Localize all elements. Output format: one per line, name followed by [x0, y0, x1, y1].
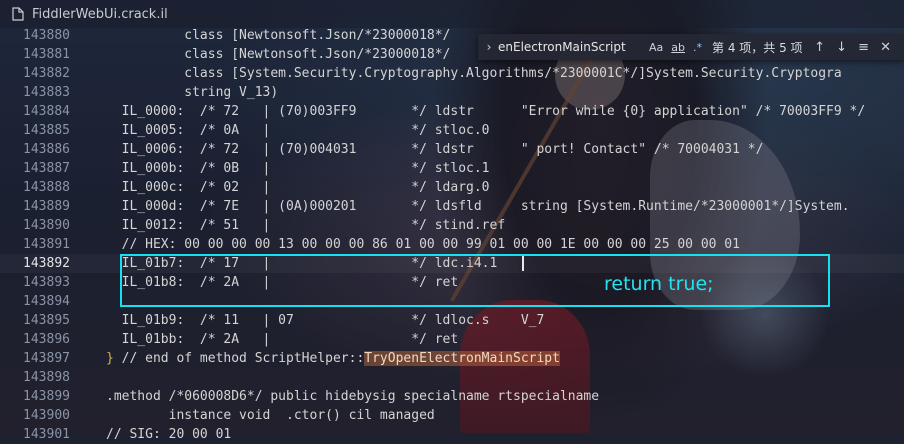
line-number: 143892	[23, 256, 70, 271]
line-number: 143896	[23, 332, 70, 347]
code-line[interactable]: 143885 IL_0005: /* 0A | */ stloc.0	[0, 121, 904, 140]
code-text: class [System.Security.Cryptography.Algo…	[106, 66, 842, 81]
line-number: 143895	[23, 313, 70, 328]
annotation-box	[120, 254, 830, 307]
code-text: IL_01b9: /* 11 | 07 */ ldloc.s V_7	[106, 313, 545, 328]
code-line[interactable]: 143884 IL_0000: /* 72 | (70)003FF9 */ ld…	[0, 102, 904, 121]
code-line[interactable]: 143887 IL_000b: /* 0B | */ stloc.1	[0, 159, 904, 178]
code-text: class [Newtonsoft.Json/*23000018*/	[106, 28, 451, 43]
code-line[interactable]: 143886 IL_0006: /* 72 | (70)004031 */ ld…	[0, 140, 904, 159]
find-input[interactable]	[496, 37, 645, 57]
code-line[interactable]: 143897} // end of method ScriptHelper::T…	[0, 349, 904, 368]
line-number: 143884	[23, 104, 70, 119]
line-number: 143891	[23, 237, 70, 252]
code-line[interactable]: 143883 string V_13)	[0, 83, 904, 102]
find-in-selection-icon[interactable]: ≡	[853, 40, 875, 55]
line-number: 143881	[23, 47, 70, 62]
close-icon[interactable]: ✕	[875, 40, 897, 55]
search-match-highlight: TryOpenElectronMainScript	[364, 351, 560, 366]
editor-tab[interactable]: FiddlerWebUi.crack.il	[0, 0, 182, 28]
code-text: IL_0006: /* 72 | (70)004031 */ ldstr " p…	[106, 142, 764, 157]
line-number: 143893	[23, 275, 70, 290]
line-number: 143883	[23, 85, 70, 100]
code-text: string V_13)	[106, 85, 279, 100]
find-widget: › Aa ab .* 第 4 项，共 5 项 ↑ ↓ ≡ ✕	[478, 34, 904, 60]
code-line[interactable]: 143896 IL_01bb: /* 2A | */ ret	[0, 330, 904, 349]
tab-bar: FiddlerWebUi.crack.il	[0, 0, 904, 28]
line-number: 143899	[23, 389, 70, 404]
line-number: 143888	[23, 180, 70, 195]
line-number: 143885	[23, 123, 70, 138]
comment-text: // end of method ScriptHelper::	[113, 351, 365, 366]
code-line[interactable]: 143891 // HEX: 00 00 00 00 13 00 00 00 8…	[0, 235, 904, 254]
code-line[interactable]: 143901 // SIG: 20 00 01	[0, 425, 904, 444]
code-line[interactable]: 143895 IL_01b9: /* 11 | 07 */ ldloc.s V_…	[0, 311, 904, 330]
line-number: 143880	[23, 28, 70, 43]
code-text: IL_000c: /* 02 | */ ldarg.0	[106, 180, 490, 195]
line-number: 143901	[23, 427, 70, 442]
file-icon	[12, 7, 24, 21]
line-number: 143897	[23, 351, 70, 366]
find-result-count: 第 4 项，共 5 项	[712, 40, 803, 55]
code-text: // HEX: 00 00 00 00 13 00 00 00 86 01 00…	[106, 237, 740, 252]
code-line[interactable]: 143889 IL_000d: /* 7E | (0A)000201 */ ld…	[0, 197, 904, 216]
code-text: class [Newtonsoft.Json/*23000018*/	[106, 47, 451, 62]
line-number: 143894	[23, 294, 70, 309]
line-number: 143890	[23, 218, 70, 233]
line-number: 143887	[23, 161, 70, 176]
tab-title: FiddlerWebUi.crack.il	[32, 6, 168, 22]
code-line[interactable]: 143899 .method /*060008D6*/ public hideby…	[0, 387, 904, 406]
code-text: IL_000d: /* 7E | (0A)000201 */ ldsfld st…	[106, 199, 850, 214]
code-line[interactable]: 143890 IL_0012: /* 51 | */ stind.ref	[0, 216, 904, 235]
annotation-text: return true;	[604, 273, 714, 295]
code-text: instance void .ctor() cil managed	[106, 408, 435, 423]
code-line[interactable]: 143882 class [System.Security.Cryptograp…	[0, 64, 904, 83]
text-cursor	[522, 256, 524, 271]
code-text: IL_01bb: /* 2A | */ ret	[106, 332, 459, 347]
line-number: 143886	[23, 142, 70, 157]
code-editor[interactable]: 143880 class [Newtonsoft.Json/*23000018*…	[0, 26, 904, 442]
match-case-toggle[interactable]: Aa	[649, 41, 663, 54]
code-text: } // end of method ScriptHelper::TryOpen…	[106, 349, 560, 368]
code-text: IL_000b: /* 0B | */ stloc.1	[106, 161, 490, 176]
line-number: 143889	[23, 199, 70, 214]
closing-brace: }	[106, 351, 114, 366]
line-number: 143898	[23, 370, 70, 385]
whole-word-toggle[interactable]: ab	[671, 41, 685, 54]
code-text: IL_0012: /* 51 | */ stind.ref	[106, 218, 506, 233]
code-line[interactable]: 143898	[0, 368, 904, 387]
code-text: .method /*060008D6*/ public hidebysig sp…	[106, 389, 600, 404]
arrow-down-icon[interactable]: ↓	[831, 40, 853, 55]
code-line[interactable]: 143888 IL_000c: /* 02 | */ ldarg.0	[0, 178, 904, 197]
code-text: IL_0005: /* 0A | */ stloc.0	[106, 123, 490, 138]
arrow-up-icon[interactable]: ↑	[809, 40, 831, 55]
line-number: 143882	[23, 66, 70, 81]
code-text: // SIG: 20 00 01	[106, 427, 232, 442]
line-number: 143900	[23, 408, 70, 423]
chevron-right-icon[interactable]: ›	[482, 40, 496, 54]
code-text: IL_0000: /* 72 | (70)003FF9 */ ldstr "Er…	[106, 104, 866, 119]
regex-toggle[interactable]: .*	[693, 41, 702, 54]
code-line[interactable]: 143900 instance void .ctor() cil managed	[0, 406, 904, 425]
